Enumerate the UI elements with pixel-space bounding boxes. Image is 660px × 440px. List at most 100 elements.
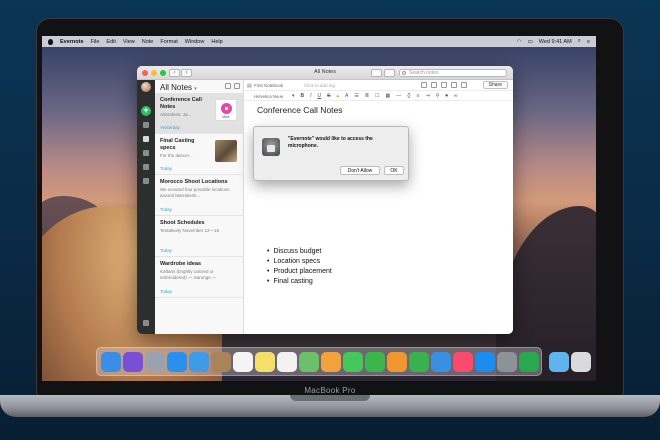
mail-dock-icon[interactable] <box>189 351 209 372</box>
bullet-list-icon[interactable]: ☰ <box>354 93 358 99</box>
control-icon[interactable]: ≡ <box>587 39 590 45</box>
shortcut-star-icon[interactable] <box>451 82 457 88</box>
italic-icon[interactable]: I <box>310 93 311 99</box>
menu-app-name[interactable]: Evernote <box>60 39 84 45</box>
numbered-list-icon[interactable]: ≣ <box>365 93 369 99</box>
activity-icon[interactable] <box>384 69 395 77</box>
share-button[interactable]: Share <box>482 81 508 89</box>
indent-icon[interactable]: ⇥ <box>426 93 430 99</box>
left-rail: + <box>137 80 155 334</box>
presentation-icon[interactable] <box>421 82 427 88</box>
maps-dock-icon[interactable] <box>299 351 319 372</box>
finder-dock-icon[interactable] <box>101 351 121 372</box>
formatting-toolbar: Helvetica Neue ▾ B I U S ▴ A ☰ ≣ ☐ ▦ — {… <box>244 91 513 101</box>
calendar-dock-icon[interactable] <box>233 351 253 372</box>
facetime-dock-icon[interactable] <box>365 351 385 372</box>
avatar[interactable] <box>141 82 151 92</box>
link-icon[interactable]: ∞ <box>454 93 458 99</box>
menu-view[interactable]: View <box>123 39 135 45</box>
attachment-icon[interactable]: ⚲ <box>436 93 440 99</box>
menu-note[interactable]: Note <box>142 39 154 45</box>
apple-menu-icon[interactable] <box>48 38 53 45</box>
tag-input[interactable]: Click to add tag <box>304 83 335 88</box>
note-list-heading[interactable]: All Notes <box>160 83 192 92</box>
new-note-button[interactable]: + <box>141 106 151 116</box>
note-item-date: Today <box>160 289 173 294</box>
trash-dock-icon[interactable] <box>571 351 591 372</box>
search-input[interactable]: Search notes <box>399 69 507 77</box>
wifi-icon[interactable]: ◠ <box>517 39 522 45</box>
notes-icon[interactable] <box>143 136 149 142</box>
notebook-selector[interactable]: First Notebook <box>254 83 283 88</box>
numbers-dock-icon[interactable] <box>409 351 429 372</box>
text-color-icon[interactable]: A <box>345 93 348 99</box>
alert-message: "Evernote" would like to access the micr… <box>288 136 373 149</box>
note-item-snippet: Tentatively November 12—16 <box>160 228 220 233</box>
menu-help[interactable]: Help <box>211 39 222 45</box>
highlight-icon[interactable]: ▴ <box>337 93 340 99</box>
sort-icon[interactable] <box>225 83 231 89</box>
reminder-icon[interactable] <box>431 82 437 88</box>
dont-allow-button[interactable]: Don't Allow <box>340 166 380 175</box>
notebooks-icon[interactable] <box>143 150 149 156</box>
list-item[interactable]: Wardrobe ideas Kaftans (brightly colored… <box>155 257 243 298</box>
delete-icon[interactable] <box>461 82 467 88</box>
audio-record-icon[interactable]: ⏺ <box>445 93 448 99</box>
menu-file[interactable]: File <box>91 39 100 45</box>
list-item[interactable]: Product placement <box>267 267 331 277</box>
launchpad-dock-icon[interactable] <box>145 351 165 372</box>
sync-icon[interactable] <box>371 69 382 77</box>
list-item[interactable]: Discuss budget <box>267 247 332 257</box>
battery-icon[interactable]: ▭ <box>528 39 533 45</box>
security-lock-icon <box>262 138 280 156</box>
menu-edit[interactable]: Edit <box>106 39 115 45</box>
ok-button[interactable]: OK <box>384 166 404 175</box>
collapse-sidebar-icon[interactable] <box>143 320 149 326</box>
list-item[interactable]: Location specs <box>267 257 332 267</box>
list-item[interactable]: Final casting <box>267 277 332 287</box>
microphone-permission-dialog: "Evernote" would like to access the micr… <box>253 126 409 181</box>
siri-dock-icon[interactable] <box>123 351 143 372</box>
info-icon[interactable] <box>441 82 447 88</box>
downloads-folder-dock-icon[interactable] <box>549 351 569 372</box>
view-options-icon[interactable] <box>234 83 240 89</box>
menu-window[interactable]: Window <box>185 39 205 45</box>
divider-icon[interactable]: — <box>396 93 401 99</box>
notes-dock-icon[interactable] <box>255 351 275 372</box>
dock <box>96 347 591 376</box>
strikethrough-icon[interactable]: S <box>327 93 330 99</box>
safari-dock-icon[interactable] <box>167 351 187 372</box>
system-preferences-dock-icon[interactable] <box>497 351 517 372</box>
messages-dock-icon[interactable] <box>343 351 363 372</box>
code-block-icon[interactable]: {} <box>407 93 410 99</box>
font-size-icon[interactable]: ▾ <box>292 93 295 99</box>
shortcuts-star-icon[interactable] <box>143 122 149 128</box>
contacts-dock-icon[interactable] <box>211 351 231 372</box>
keynote-dock-icon[interactable] <box>431 351 451 372</box>
music-dock-icon[interactable] <box>453 351 473 372</box>
list-item[interactable]: Morocco Shoot Locations We scouted four … <box>155 175 243 216</box>
font-selector[interactable]: Helvetica Neue <box>254 94 283 99</box>
underline-icon[interactable]: U <box>318 93 322 99</box>
checkbox-icon[interactable]: ☐ <box>375 93 379 99</box>
spotlight-icon[interactable]: ⌕ <box>578 38 581 45</box>
list-item[interactable]: Final Casting specs For the dancer... To… <box>155 134 243 175</box>
menu-format[interactable]: Format <box>160 39 177 45</box>
align-icon[interactable]: ≡ <box>417 93 420 99</box>
work-chat-icon[interactable] <box>143 178 149 184</box>
photos-dock-icon[interactable] <box>321 351 341 372</box>
tags-icon[interactable] <box>143 164 149 170</box>
list-item[interactable]: Shoot Schedules Tentatively November 12—… <box>155 216 243 257</box>
reminders-dock-icon[interactable] <box>277 351 297 372</box>
note-item-title: Morocco Shoot Locations <box>160 179 228 185</box>
app-store-dock-icon[interactable] <box>475 351 495 372</box>
note-title[interactable]: Conference Call Notes <box>257 105 343 115</box>
note-body-list[interactable]: Discuss budget Location specs Product pl… <box>267 247 332 287</box>
chevron-down-icon[interactable]: ▾ <box>194 86 197 92</box>
menu-clock[interactable]: Wed 9:41 AM <box>539 39 572 45</box>
table-icon[interactable]: ▦ <box>386 93 391 99</box>
list-item[interactable]: Conference Call Notes Attendees: Ja... Y… <box>155 93 243 134</box>
bold-icon[interactable]: B <box>301 93 305 99</box>
pages-dock-icon[interactable] <box>387 351 407 372</box>
evernote-dock-icon[interactable] <box>519 351 539 372</box>
